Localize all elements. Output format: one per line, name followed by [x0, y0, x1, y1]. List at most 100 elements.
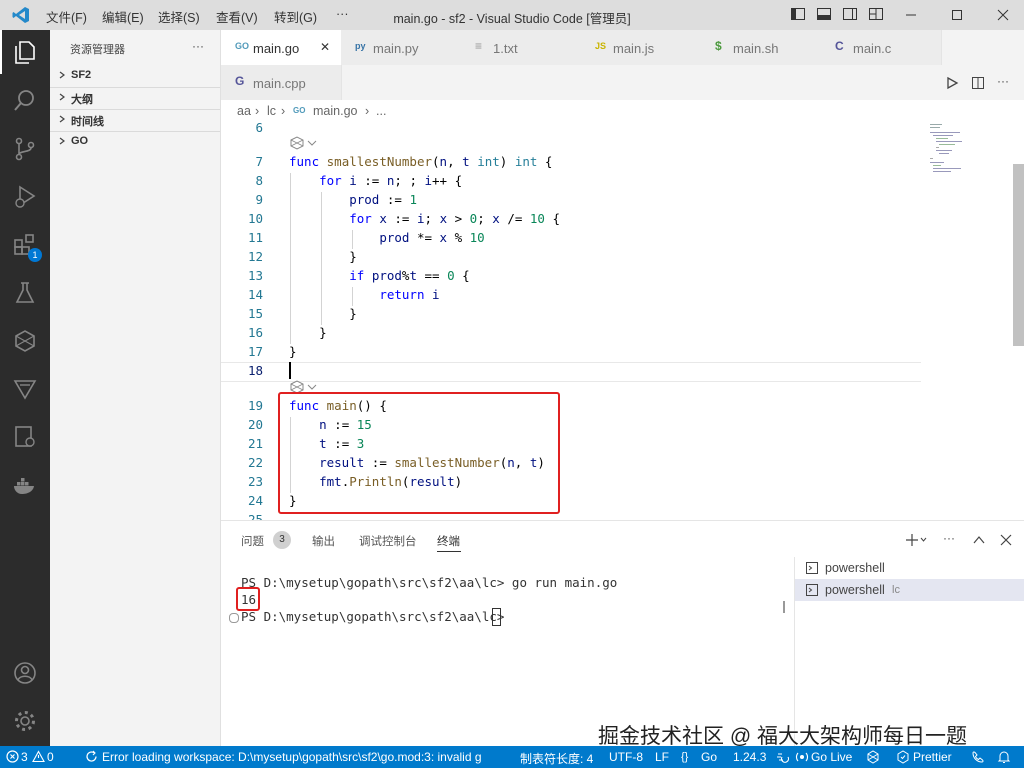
active-tab-underline — [437, 551, 461, 552]
vscode-logo-icon — [12, 6, 30, 24]
go-tools-icon[interactable] — [12, 328, 38, 354]
feedback-icon[interactable] — [971, 750, 985, 764]
tab-main-py-label: main.py — [373, 41, 419, 56]
tab-output[interactable]: 输出 — [312, 533, 335, 549]
text-cursor — [289, 362, 291, 379]
go-status-icon[interactable] — [775, 750, 789, 764]
prettier-button[interactable]: Prettier — [913, 750, 952, 764]
explorer-more-actions[interactable]: ··· — [192, 39, 204, 53]
tab-main-c[interactable]: C main.c — [821, 30, 942, 65]
language-mode[interactable]: Go — [701, 750, 717, 764]
line-number: 25 — [247, 512, 263, 520]
minimize-icon[interactable] — [904, 8, 918, 22]
run-debug-icon[interactable] — [12, 184, 38, 210]
codelens-icon[interactable] — [289, 136, 319, 150]
end-of-line[interactable]: LF — [655, 750, 669, 764]
split-editor-icon[interactable] — [971, 76, 985, 90]
toggle-primary-sidebar-icon[interactable] — [790, 6, 806, 22]
close-window-icon[interactable] — [996, 8, 1010, 22]
remote-explorer-icon[interactable] — [12, 424, 38, 450]
notifications-bell-icon[interactable] — [997, 750, 1011, 764]
breadcrumb-lc[interactable]: lc — [267, 104, 276, 118]
encoding[interactable]: UTF-8 — [609, 750, 643, 764]
search-icon[interactable] — [12, 88, 38, 114]
section-outline[interactable]: 大纲 — [50, 87, 220, 110]
tab-size[interactable]: 制表符长度: 4 — [520, 750, 593, 767]
terminal-list-item[interactable]: powershell — [795, 557, 1024, 579]
source-control-icon[interactable] — [12, 136, 38, 162]
code-line: prod := 1 — [349, 192, 417, 207]
tab-main-c-label: main.c — [853, 41, 892, 56]
panel-more-actions[interactable]: ··· — [943, 531, 955, 545]
tab-main-go-label: main.go — [253, 41, 300, 56]
close-tab-icon[interactable]: ✕ — [320, 40, 330, 54]
section-go[interactable]: GO — [50, 131, 220, 153]
go-version[interactable]: 1.24.3 — [733, 750, 766, 764]
editor-more-actions[interactable]: ··· — [997, 74, 1009, 88]
settings-gear-icon[interactable] — [12, 708, 38, 734]
go-extension-icon[interactable] — [866, 750, 880, 764]
run-file-icon[interactable] — [945, 76, 959, 90]
command-decoration-icon — [229, 613, 239, 623]
prettier-check-icon — [896, 750, 910, 764]
menu-edit[interactable]: 编辑(E) — [102, 7, 144, 26]
menu-view[interactable]: 查看(V) — [216, 7, 258, 26]
new-terminal-icon[interactable] — [905, 533, 927, 547]
docker-icon[interactable] — [12, 472, 38, 498]
section-timeline[interactable]: 时间线 — [50, 109, 220, 132]
go-live-button[interactable]: Go Live — [811, 750, 852, 764]
explorer-title: 资源管理器 — [70, 44, 125, 56]
breadcrumb-separator-icon: › — [255, 104, 260, 118]
close-panel-icon[interactable] — [999, 533, 1013, 547]
testing-icon[interactable] — [12, 280, 38, 306]
minimap[interactable] — [927, 122, 1007, 182]
line-number: 19 — [247, 398, 263, 413]
breadcrumb-main-go[interactable]: main.go — [313, 104, 357, 118]
code-editor[interactable]: 6 7 8 9 10 11 12 13 14 15 16 17 18 19 20… — [221, 122, 1024, 520]
section-outline-label: 大纲 — [71, 94, 93, 106]
sync-icon — [85, 750, 98, 763]
accounts-icon[interactable] — [12, 660, 38, 686]
tab-main-js[interactable]: JS main.js — [581, 30, 702, 65]
line-number: 16 — [247, 325, 263, 340]
workspace-error-message[interactable]: Error loading workspace: D:\mysetup\gopa… — [102, 750, 486, 764]
code-line: prod *= x % 10 — [379, 230, 485, 245]
terminal-list-item-active[interactable]: powershell lc — [795, 579, 1024, 601]
bottom-panel: 问题 3 输出 调试控制台 终端 ··· PS D:\mysetup\gopat… — [221, 520, 1024, 747]
terminal-scrollbar[interactable] — [783, 601, 785, 613]
menu-more[interactable]: ··· — [336, 7, 349, 21]
menu-file[interactable]: 文件(F) — [46, 7, 87, 26]
breadcrumb-aa[interactable]: aa — [237, 104, 251, 118]
tab-1-txt[interactable]: ≡ 1.txt — [461, 30, 582, 65]
tab-main-go[interactable]: GO main.go ✕ — [221, 30, 342, 65]
shell-file-icon: $ — [715, 39, 722, 53]
explorer-icon[interactable] — [12, 39, 38, 65]
code-line: if prod%t == 0 { — [349, 268, 470, 283]
line-number: 22 — [247, 455, 263, 470]
editor-scrollbar[interactable] — [1013, 164, 1024, 346]
section-sf2[interactable]: SF2 — [50, 65, 220, 88]
code-line: for i := n; ; i++ { — [319, 173, 463, 188]
maximize-icon[interactable] — [950, 8, 964, 22]
section-timeline-label: 时间线 — [71, 116, 104, 128]
maximize-panel-icon[interactable] — [972, 533, 986, 547]
error-count[interactable]: 3 — [21, 750, 28, 764]
toggle-panel-icon[interactable] — [816, 6, 832, 22]
warning-count[interactable]: 0 — [47, 750, 54, 764]
code-line: func smallestNumber(n, t int) int { — [289, 154, 553, 169]
python-file-icon: py — [355, 41, 366, 51]
deploy-icon[interactable] — [12, 376, 38, 402]
terminal-prompt: PS D:\mysetup\gopath\src\sf2\aa\lc> — [241, 609, 512, 624]
tab-problems[interactable]: 问题 — [241, 533, 264, 549]
tab-terminal[interactable]: 终端 — [437, 533, 460, 549]
breadcrumb-ellipsis[interactable]: ... — [376, 104, 386, 118]
menu-selection[interactable]: 选择(S) — [158, 7, 200, 26]
tab-main-py[interactable]: py main.py — [341, 30, 462, 65]
menu-go[interactable]: 转到(G) — [274, 7, 317, 26]
tab-debug-console[interactable]: 调试控制台 — [359, 533, 417, 549]
toggle-secondary-sidebar-icon[interactable] — [842, 6, 858, 22]
tab-main-cpp[interactable]: G main.cpp — [221, 65, 342, 100]
tab-main-sh[interactable]: $ main.sh — [701, 30, 822, 65]
customize-layout-icon[interactable] — [868, 6, 884, 22]
language-braces-icon: {} — [681, 751, 689, 763]
